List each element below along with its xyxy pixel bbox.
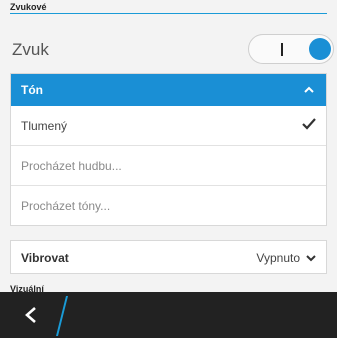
section-title-sounds: Zvukové bbox=[10, 2, 47, 12]
tone-label: Tón bbox=[21, 83, 43, 97]
tone-option-browse-tones[interactable]: Procházet tóny... bbox=[11, 186, 326, 226]
bottom-action-bar bbox=[0, 292, 337, 338]
chevron-down-icon bbox=[306, 255, 316, 262]
chevron-up-icon bbox=[304, 86, 314, 93]
toggle-knob[interactable] bbox=[309, 38, 331, 60]
vibrate-value[interactable]: Vypnuto bbox=[256, 251, 300, 265]
checkmark-icon bbox=[302, 118, 316, 130]
section-divider bbox=[10, 13, 327, 14]
tone-dropdown-header[interactable]: Tón bbox=[11, 74, 326, 106]
vibrate-label: Vibrovat bbox=[21, 251, 69, 265]
toggle-on-mark bbox=[281, 43, 283, 56]
sound-toggle[interactable] bbox=[248, 34, 334, 64]
tone-option-label: Procházet hudbu... bbox=[21, 159, 122, 173]
sound-label: Zvuk bbox=[12, 40, 49, 59]
tone-option-browse-music[interactable]: Procházet hudbu... bbox=[11, 146, 326, 186]
vibrate-row[interactable]: Vibrovat Vypnuto bbox=[10, 240, 327, 274]
tone-option-label: Tlumený bbox=[21, 119, 68, 133]
tone-option-label: Procházet tóny... bbox=[21, 199, 111, 213]
tone-option-muted[interactable]: Tlumený bbox=[11, 106, 326, 146]
sound-row: Zvuk bbox=[0, 30, 337, 68]
tone-dropdown: Tón Tlumený Procházet hudbu... Procházet… bbox=[10, 73, 327, 226]
back-arrow-icon bbox=[25, 307, 36, 323]
